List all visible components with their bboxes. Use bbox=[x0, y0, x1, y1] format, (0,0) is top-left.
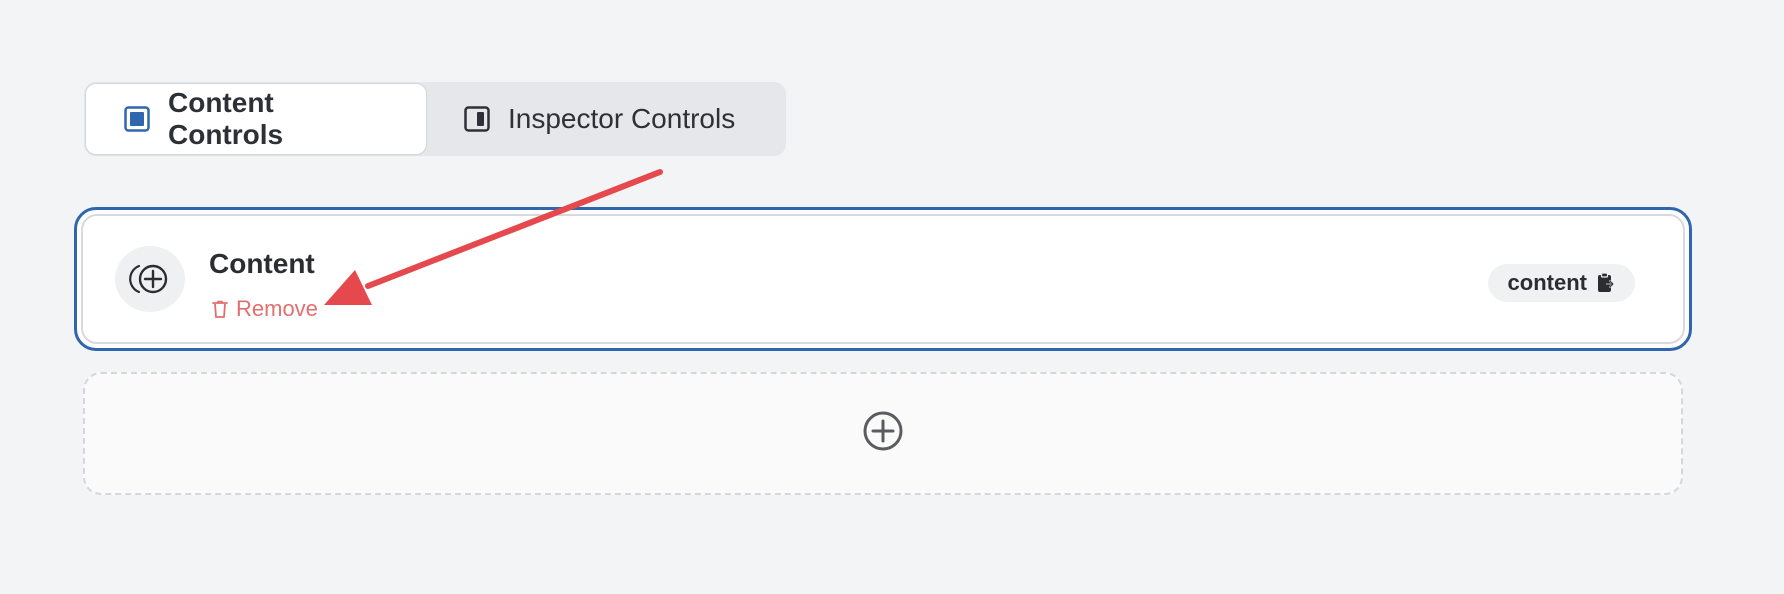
content-block-inner: Content Remove content bbox=[81, 214, 1685, 344]
page: Content Controls Inspector Controls Cont… bbox=[0, 0, 1784, 594]
tab-label: Content Controls bbox=[168, 87, 284, 150]
content-block[interactable]: Content Remove content bbox=[74, 207, 1692, 351]
block-title: Content bbox=[209, 248, 315, 279]
content-key-pill[interactable]: content bbox=[1487, 264, 1635, 302]
inspector-panel-icon bbox=[464, 106, 490, 132]
add-circle-icon bbox=[115, 246, 185, 312]
remove-button[interactable]: Remove bbox=[211, 296, 318, 322]
tab-label: Inspector Controls bbox=[508, 103, 736, 134]
tab-inspector-controls[interactable]: Inspector Controls bbox=[426, 84, 765, 154]
controls-tab-bar: Content Controls Inspector Controls bbox=[84, 82, 786, 156]
remove-label: Remove bbox=[236, 296, 318, 321]
pill-label: content bbox=[1507, 270, 1587, 295]
content-panel-icon bbox=[124, 106, 150, 132]
plus-circle-icon[interactable] bbox=[861, 409, 905, 458]
add-block-area[interactable] bbox=[83, 372, 1683, 495]
clipboard-icon bbox=[1595, 272, 1615, 294]
tab-content-controls[interactable]: Content Controls bbox=[86, 84, 426, 154]
trash-icon bbox=[211, 299, 229, 319]
